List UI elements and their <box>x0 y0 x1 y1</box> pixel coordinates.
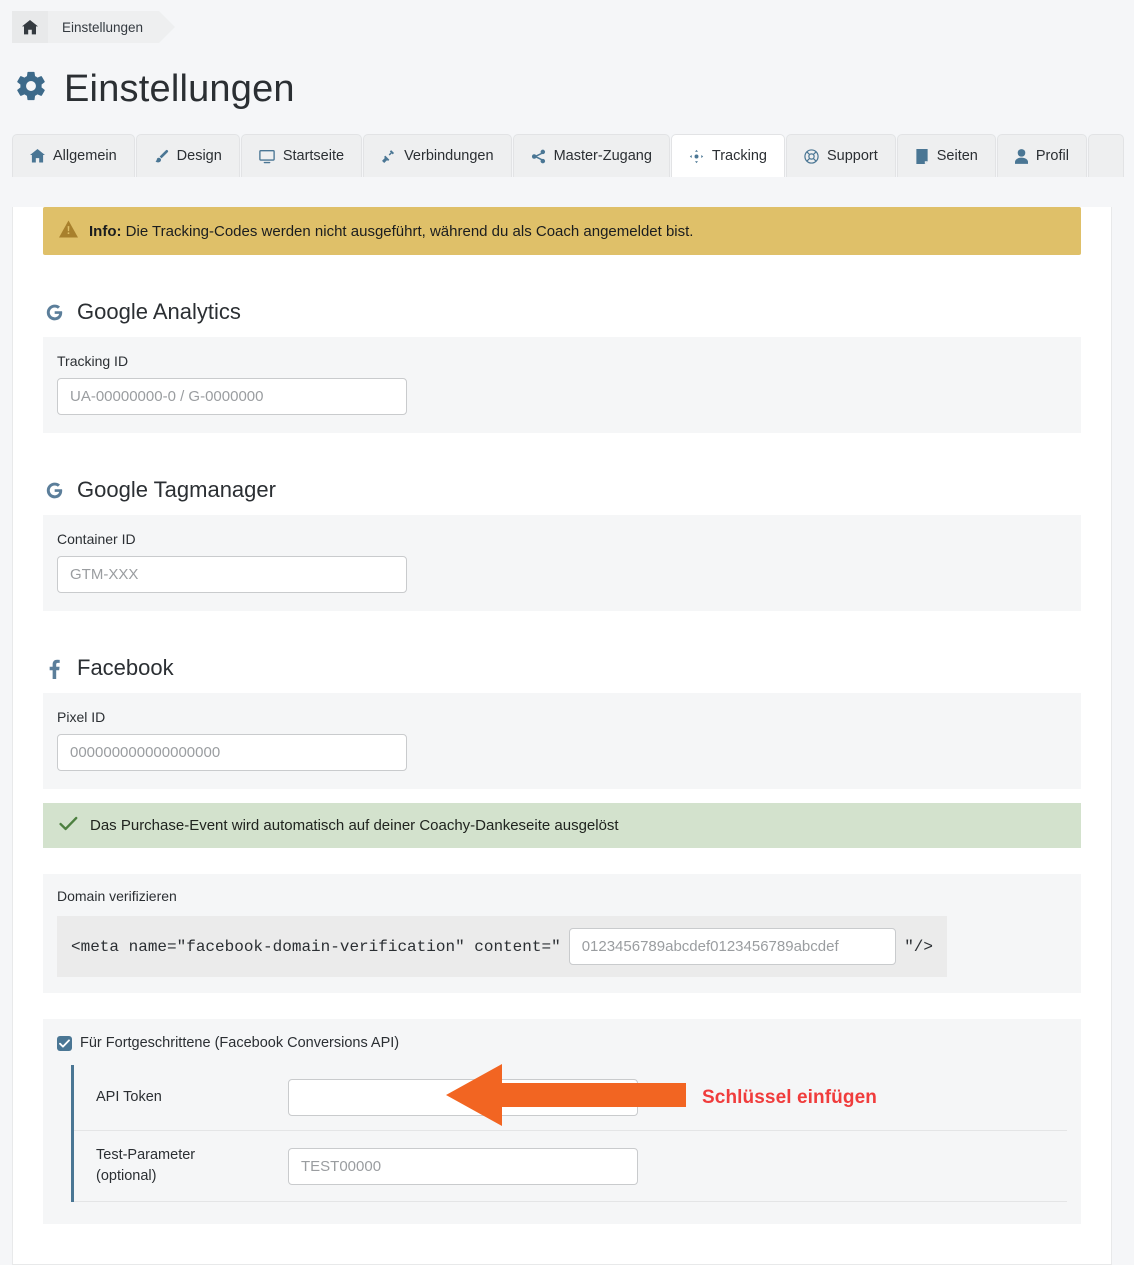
container-id-input[interactable] <box>57 556 407 593</box>
tab-label: Verbindungen <box>404 148 494 164</box>
breadcrumb-label: Einstellungen <box>62 19 144 35</box>
conversions-api-rows: API Token Schlüssel einfügen Test-Parame… <box>71 1064 1067 1203</box>
brush-icon <box>154 149 169 164</box>
test-parameter-label: Test-Parameter (optional) <box>96 1147 196 1185</box>
google-analytics-field-group: Tracking ID <box>43 337 1081 433</box>
user-icon <box>1014 148 1028 164</box>
check-icon <box>59 816 78 835</box>
google-g-icon <box>43 480 65 501</box>
tracking-id-label: Tracking ID <box>57 353 129 369</box>
annotation-label: Schlüssel einfügen <box>702 1086 877 1108</box>
plug-icon <box>381 149 396 164</box>
gear-icon <box>14 69 48 108</box>
crosshair-icon <box>689 149 704 164</box>
pixel-id-input[interactable] <box>57 734 407 771</box>
tab-support[interactable]: Support <box>785 134 896 177</box>
tab-label: Tracking <box>711 148 767 164</box>
pixel-id-label: Pixel ID <box>57 709 106 725</box>
meta-tag-prefix: <meta name="facebook-domain-verification… <box>71 937 561 956</box>
section-heading-google-analytics: Google Analytics <box>43 299 1111 325</box>
monitor-icon <box>259 149 275 164</box>
breadcrumb: Einstellungen <box>12 11 1134 43</box>
home-icon <box>22 19 38 35</box>
facebook-pixel-field-group: Pixel ID <box>43 693 1081 789</box>
warning-triangle-icon <box>59 220 78 242</box>
tracking-settings-panel: Info: Die Tracking-Codes werden nicht au… <box>12 207 1112 1265</box>
tab-label: Allgemein <box>53 148 117 164</box>
facebook-f-icon <box>43 658 65 679</box>
tab-allgemein[interactable]: Allgemein <box>12 134 135 177</box>
test-parameter-input[interactable] <box>288 1147 638 1185</box>
section-title: Facebook <box>77 655 174 680</box>
info-banner-body: Die Tracking-Codes werden nicht ausgefüh… <box>121 222 694 240</box>
tab-label: Seiten <box>936 148 978 164</box>
share-icon <box>531 149 546 164</box>
tab-seiten[interactable]: Seiten <box>896 134 996 177</box>
tab-label: Startseite <box>282 148 345 164</box>
section-heading-google-tagmanager: Google Tagmanager <box>43 477 1111 503</box>
api-token-input[interactable] <box>288 1079 638 1116</box>
meta-tag-suffix: "/> <box>904 937 933 956</box>
domain-verification-label: Domain verifizieren <box>57 888 177 904</box>
google-g-icon <box>43 302 65 323</box>
home-icon <box>30 149 45 163</box>
domain-verification-meta-row: <meta name="facebook-domain-verification… <box>57 916 947 977</box>
tab-profil[interactable]: Profil <box>996 134 1087 177</box>
tab-master-zugang[interactable]: Master-Zugang <box>512 134 670 177</box>
advanced-checkbox-row[interactable]: Für Fortgeschrittene (Facebook Conversio… <box>57 1035 1067 1051</box>
domain-verification-input[interactable] <box>568 928 897 965</box>
tab-startseite[interactable]: Startseite <box>240 134 363 177</box>
info-banner-text: Info: Die Tracking-Codes werden nicht au… <box>89 223 693 240</box>
info-banner: Info: Die Tracking-Codes werden nicht au… <box>43 207 1081 255</box>
tab-label: Master-Zugang <box>553 148 652 164</box>
advanced-checkbox-label: Für Fortgeschrittene (Facebook Conversio… <box>80 1035 400 1051</box>
container-id-label: Container ID <box>57 531 136 547</box>
page-title: Einstellungen <box>14 69 1134 108</box>
lifebuoy-icon <box>804 148 819 164</box>
info-banner-strong: Info: <box>89 222 122 240</box>
conversions-api-group: Für Fortgeschrittene (Facebook Conversio… <box>43 1019 1081 1225</box>
success-note-text: Das Purchase-Event wird automatisch auf … <box>90 817 619 834</box>
page-icon <box>915 148 929 164</box>
purchase-event-success-note: Das Purchase-Event wird automatisch auf … <box>43 803 1081 848</box>
section-title: Google Analytics <box>77 299 241 324</box>
domain-verification-group: Domain verifizieren <meta name="facebook… <box>43 874 1081 993</box>
tracking-id-input[interactable] <box>57 378 407 415</box>
google-tagmanager-field-group: Container ID <box>43 515 1081 611</box>
tab-label: Profil <box>1035 148 1069 164</box>
page-title-text: Einstellungen <box>64 67 295 110</box>
settings-tab-bar: Allgemein Design Startseite Verbindungen… <box>12 134 1124 177</box>
api-token-label: API Token <box>96 1088 162 1105</box>
breadcrumb-current-page[interactable]: Einstellungen <box>48 11 176 43</box>
tab-label: Design <box>176 148 222 164</box>
tab-bar-filler <box>1087 134 1124 177</box>
checkbox-checked-icon[interactable] <box>57 1035 72 1051</box>
breadcrumb-home-button[interactable] <box>12 11 48 43</box>
section-heading-facebook: Facebook <box>43 655 1111 681</box>
api-token-row: API Token Schlüssel einfügen <box>74 1064 1067 1131</box>
tab-tracking[interactable]: Tracking <box>670 134 785 177</box>
test-parameter-row: Test-Parameter (optional) <box>74 1131 1067 1203</box>
tab-label: Support <box>826 148 878 164</box>
tab-verbindungen[interactable]: Verbindungen <box>363 134 512 177</box>
tab-design[interactable]: Design <box>135 134 240 177</box>
section-title: Google Tagmanager <box>77 477 276 502</box>
